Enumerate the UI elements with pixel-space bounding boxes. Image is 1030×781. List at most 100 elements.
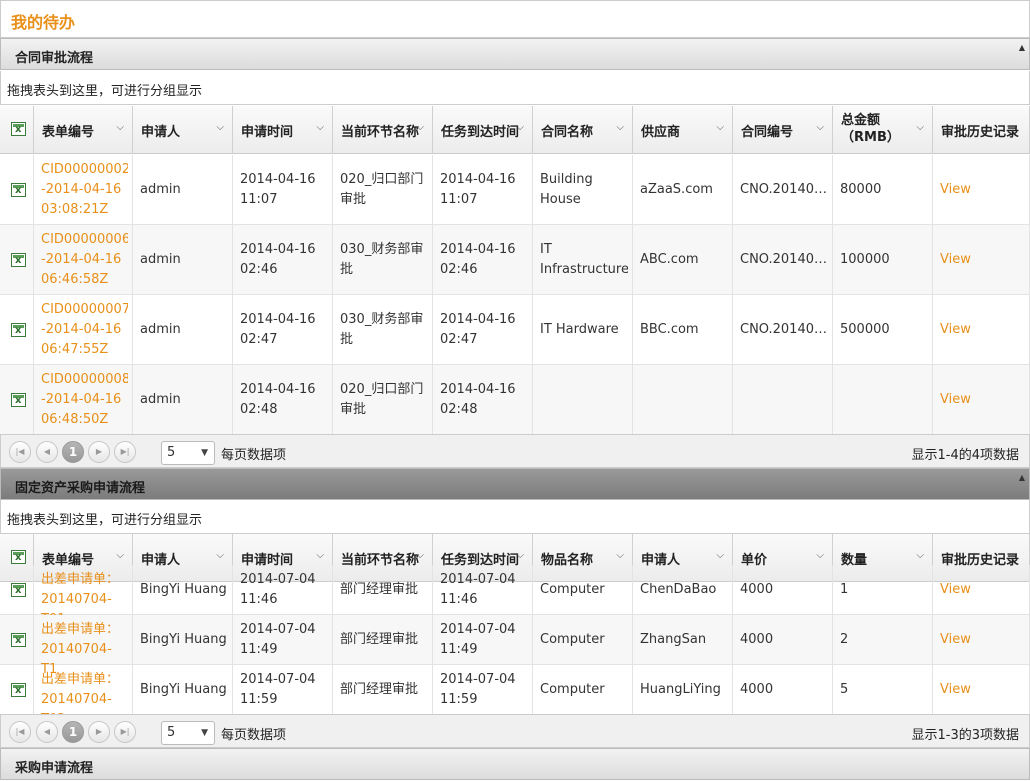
excel-row-icon[interactable] xyxy=(11,633,26,647)
column-header[interactable]: 供应商 ⌵ xyxy=(633,106,733,154)
column-header-label: 当前环节名称 xyxy=(341,125,420,140)
column-menu-chevron-icon[interactable]: ⌵ xyxy=(916,122,924,133)
table-row[interactable]: CID00000008 -2014-04-16 06:48:50Z admin 20… xyxy=(0,365,1030,435)
cell-form-id: CID00000008 -2014-04-16 06:48:50Z xyxy=(34,365,133,434)
column-menu-chevron-icon[interactable]: ⌵ xyxy=(416,122,424,133)
view-history-link[interactable]: View xyxy=(940,250,1025,270)
cell-value: 5 xyxy=(840,682,849,697)
page-size-select[interactable]: 5 ▼ xyxy=(161,441,215,465)
cell-value: 2 xyxy=(840,632,849,647)
table-row[interactable]: CID00000006 -2014-04-16 06:46:58Z admin 20… xyxy=(0,225,1030,295)
table-row[interactable]: 出差申请单： 20140704-T01 BingYi Huang 2014-07-0… xyxy=(0,565,1030,627)
view-history-link[interactable]: View xyxy=(940,390,1025,410)
section-header[interactable]: 固定资产采购申请流程 ▲ xyxy=(0,468,1030,500)
column-header-label: 申请时间 xyxy=(241,125,294,140)
column-menu-chevron-icon[interactable]: ⌵ xyxy=(716,550,724,561)
table-row[interactable]: 出差申请单： 20140704-T02 BingYi Huang 2014-07-0… xyxy=(0,665,1030,727)
view-history-link[interactable]: View xyxy=(940,180,1025,200)
column-header[interactable]: 审批历史记录 xyxy=(933,106,1030,154)
pager-info: 显示1-4的4项数据 xyxy=(911,448,1019,463)
view-history-link[interactable]: View xyxy=(940,320,1025,340)
column-menu-chevron-icon[interactable]: ⌵ xyxy=(116,550,124,561)
column-header[interactable]: 合同名称 ⌵ xyxy=(533,106,633,154)
form-id-link[interactable]: CID00000007 -2014-04-16 06:47:55Z xyxy=(41,300,128,360)
next-page-button[interactable]: ▶ xyxy=(88,721,110,743)
view-history-link[interactable]: View xyxy=(940,680,1025,700)
first-page-button[interactable]: |◀ xyxy=(9,441,31,463)
excel-export-icon[interactable] xyxy=(11,122,26,136)
prev-page-button[interactable]: ◀ xyxy=(36,441,58,463)
cell-amount xyxy=(833,365,933,434)
excel-row-icon[interactable] xyxy=(11,253,26,267)
dropdown-arrow-icon: ▼ xyxy=(201,728,208,738)
page-size-value: 5 xyxy=(167,725,176,740)
column-header[interactable]: 申请时间 ⌵ xyxy=(233,106,333,154)
column-header[interactable]: 申请人 ⌵ xyxy=(133,106,233,154)
column-header[interactable]: 总金额 （RMB） ⌵ xyxy=(833,106,933,154)
excel-row-icon[interactable] xyxy=(11,323,26,337)
excel-row-icon[interactable] xyxy=(11,583,26,597)
column-menu-chevron-icon[interactable]: ⌵ xyxy=(516,550,524,561)
column-menu-chevron-icon[interactable]: ⌵ xyxy=(716,122,724,133)
table-row[interactable]: CID00000007 -2014-04-16 06:47:55Z admin 20… xyxy=(0,295,1030,365)
column-menu-chevron-icon[interactable]: ⌵ xyxy=(316,122,324,133)
collapse-arrow-icon[interactable]: ▲ xyxy=(1019,473,1025,482)
prev-page-button[interactable]: ◀ xyxy=(36,721,58,743)
cell-contract-no xyxy=(733,365,833,434)
last-page-button[interactable]: ▶| xyxy=(114,441,136,463)
cell-value: 500000 xyxy=(840,322,890,337)
column-header[interactable]: 任务到达时间 ⌵ xyxy=(433,106,533,154)
form-id-link[interactable]: CID00000008 -2014-04-16 06:48:50Z xyxy=(41,370,128,430)
cell-value: 2014-04-16 02:46 xyxy=(240,242,316,277)
view-history-link[interactable]: View xyxy=(940,580,1025,600)
form-id-link[interactable]: CID00000006 -2014-04-16 06:46:58Z xyxy=(41,230,128,290)
excel-export-icon[interactable] xyxy=(11,550,26,564)
cell-step: 部门经理审批 xyxy=(333,615,433,664)
cell-value: Building House xyxy=(540,172,593,207)
column-menu-chevron-icon[interactable]: ⌵ xyxy=(116,122,124,133)
form-id-link[interactable]: CID00000002 -2014-04-16 03:08:21Z xyxy=(41,160,128,220)
cell-qty: 2 xyxy=(833,615,933,664)
cell-value: CNO.201401... xyxy=(740,252,828,267)
page-size-value: 5 xyxy=(167,445,176,460)
column-header-label: 申请人 xyxy=(141,125,181,140)
excel-row-icon[interactable] xyxy=(11,183,26,197)
cell-value: 80000 xyxy=(840,182,882,197)
view-history-link[interactable]: View xyxy=(940,630,1025,650)
current-page-button[interactable]: 1 xyxy=(62,441,84,463)
row-export-cell xyxy=(0,225,34,294)
column-menu-chevron-icon[interactable]: ⌵ xyxy=(316,550,324,561)
column-header[interactable]: 当前环节名称 ⌵ xyxy=(333,106,433,154)
column-menu-chevron-icon[interactable]: ⌵ xyxy=(916,550,924,561)
cell-value: ZhangSan xyxy=(640,632,707,647)
section-header[interactable]: 采购申请流程 xyxy=(0,748,1030,780)
cell-applicant: admin xyxy=(133,295,233,364)
cell-value: 2014-07-04 11:59 xyxy=(240,672,316,707)
excel-row-icon[interactable] xyxy=(11,683,26,697)
column-menu-chevron-icon[interactable]: ⌵ xyxy=(216,122,224,133)
excel-row-icon[interactable] xyxy=(11,393,26,407)
section-header[interactable]: 合同审批流程 ▲ xyxy=(0,38,1030,70)
cell-supplier: aZaaS.com xyxy=(633,155,733,224)
column-menu-chevron-icon[interactable]: ⌵ xyxy=(216,550,224,561)
collapse-arrow-icon[interactable]: ▲ xyxy=(1019,43,1025,52)
column-menu-chevron-icon[interactable]: ⌵ xyxy=(616,550,624,561)
next-page-button[interactable]: ▶ xyxy=(88,441,110,463)
column-header[interactable]: 表单编号 ⌵ xyxy=(34,106,133,154)
column-menu-chevron-icon[interactable]: ⌵ xyxy=(816,550,824,561)
column-menu-chevron-icon[interactable]: ⌵ xyxy=(516,122,524,133)
page-size-select[interactable]: 5 ▼ xyxy=(161,721,215,745)
group-drop-area[interactable]: 拖拽表头到这里，可进行分组显示 xyxy=(0,500,1030,534)
group-drop-area[interactable]: 拖拽表头到这里，可进行分组显示 xyxy=(0,71,1030,105)
cell-arrive-time: 2014-04-16 11:07 xyxy=(433,155,533,224)
column-menu-chevron-icon[interactable]: ⌵ xyxy=(816,122,824,133)
table-row[interactable]: CID00000002 -2014-04-16 03:08:21Z admin 20… xyxy=(0,155,1030,225)
cell-step: 020_归口部门 审批 xyxy=(333,155,433,224)
table-row[interactable]: 出差申请单： 20140704-T1 BingYi Huang 2014-07-04… xyxy=(0,615,1030,677)
column-header[interactable]: 合同编号 ⌵ xyxy=(733,106,833,154)
column-menu-chevron-icon[interactable]: ⌵ xyxy=(616,122,624,133)
column-menu-chevron-icon[interactable]: ⌵ xyxy=(416,550,424,561)
last-page-button[interactable]: ▶| xyxy=(114,721,136,743)
first-page-button[interactable]: |◀ xyxy=(9,721,31,743)
current-page-button[interactable]: 1 xyxy=(62,721,84,743)
